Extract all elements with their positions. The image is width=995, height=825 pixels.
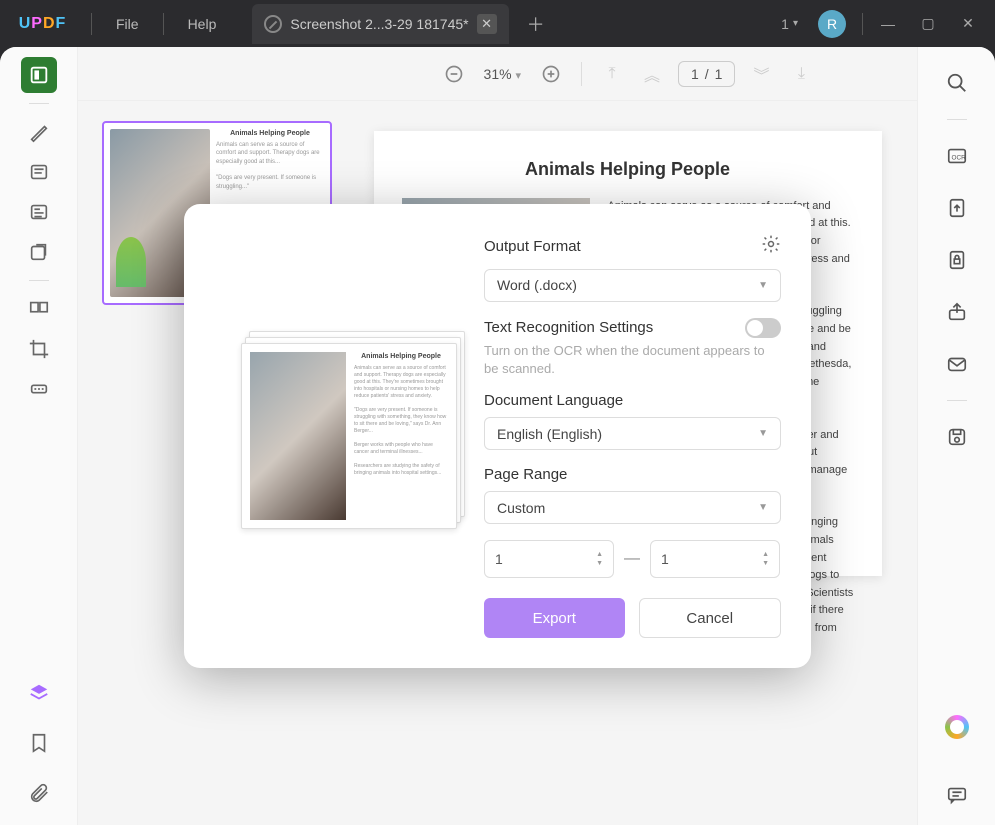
range-to-up[interactable]: ▲ (762, 551, 769, 558)
tab-pen-icon (264, 15, 282, 33)
title-bar: UPDF File Help Screenshot 2...3-29 18174… (0, 0, 995, 47)
export-modal: Animals Helping PeopleAnimals can serve … (184, 204, 811, 668)
minimize-button[interactable]: — (869, 9, 907, 39)
document-language-label: Document Language (484, 392, 781, 409)
document-tab[interactable]: Screenshot 2...3-29 181745* ✕ (252, 4, 508, 44)
new-tab-button[interactable]: ＋ (527, 11, 545, 37)
range-from-down[interactable]: ▼ (596, 560, 603, 567)
preview-image (250, 352, 346, 520)
close-window-button[interactable]: ✕ (949, 9, 987, 39)
menu-help[interactable]: Help (170, 16, 235, 32)
range-to-down[interactable]: ▼ (762, 560, 769, 567)
app-logo: UPDF (0, 15, 85, 33)
maximize-button[interactable]: ▢ (909, 9, 947, 39)
output-format-label: Output Format (484, 238, 581, 255)
ocr-toggle[interactable] (745, 318, 781, 338)
export-button[interactable]: Export (484, 598, 625, 638)
cancel-button[interactable]: Cancel (639, 598, 782, 638)
settings-gear-icon[interactable] (761, 234, 781, 259)
preview-stack: Animals Helping PeopleAnimals can serve … (241, 343, 457, 529)
modal-overlay: Animals Helping PeopleAnimals can serve … (0, 47, 995, 825)
ocr-hint: Turn on the OCR when the document appear… (484, 342, 781, 378)
menu-file[interactable]: File (98, 16, 157, 32)
tab-label: Screenshot 2...3-29 181745* (290, 16, 468, 32)
tab-count[interactable]: 1▾ (773, 12, 806, 36)
output-format-select[interactable]: Word (.docx)▼ (484, 269, 781, 302)
text-recognition-label: Text Recognition Settings (484, 319, 653, 336)
page-range-label: Page Range (484, 466, 781, 483)
preview-text: Animals Helping PeopleAnimals can serve … (354, 352, 448, 520)
user-avatar[interactable]: R (818, 10, 846, 38)
range-dash: — (624, 550, 640, 568)
tab-close-button[interactable]: ✕ (477, 14, 497, 34)
range-from-up[interactable]: ▲ (596, 551, 603, 558)
page-range-select[interactable]: Custom▼ (484, 491, 781, 524)
range-from-input[interactable]: 1 ▲▼ (484, 540, 614, 578)
document-language-select[interactable]: English (English)▼ (484, 417, 781, 450)
range-to-input[interactable]: 1 ▲▼ (650, 540, 780, 578)
